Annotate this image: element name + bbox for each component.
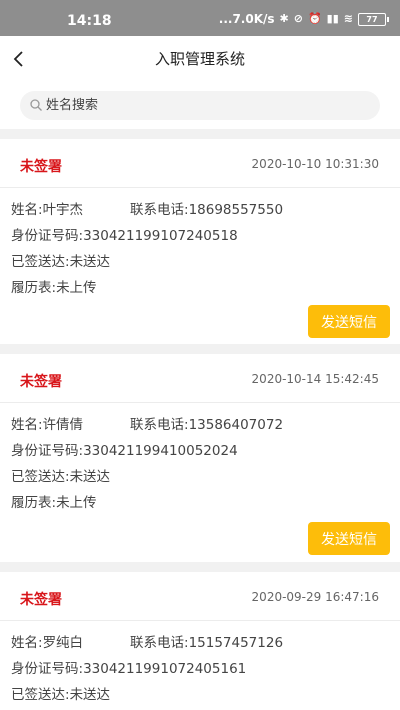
name-phone-row: 姓名:罗纯白 联系电话:15157457126	[11, 631, 400, 657]
card-timestamp: 2020-10-10 10:31:30	[251, 157, 379, 171]
name-value: 叶宇杰	[42, 202, 84, 218]
card-header: 未签署 2020-10-14 15:42:45	[0, 354, 400, 403]
id-row: 身份证号码:330421199410052024	[11, 439, 400, 465]
search-input[interactable]	[46, 91, 366, 120]
status-bar: 14:18 ...7.0K/s ✱ ⊘ ⏰ ▮▮ ≋ 77	[0, 0, 400, 36]
id-value: 330421199107240518	[83, 228, 238, 244]
id-row: 身份证号码:330421199107240516​1	[11, 657, 400, 683]
phone-value: 13586407072	[188, 417, 284, 433]
phone-label: 联系电话:	[130, 417, 189, 433]
delivered-row: 已签送达:未送达	[11, 250, 400, 276]
name-phone-row: 姓名:叶宇杰 联系电话:18698557550	[11, 198, 400, 224]
card-header: 未签署 2020-10-10 10:31:30	[0, 139, 400, 188]
id-row: 身份证号码:330421199107240518	[11, 224, 400, 250]
send-sms-button[interactable]: 发送短信	[308, 522, 390, 555]
name-label: 姓名:	[11, 635, 43, 651]
status-time: 14:18	[67, 13, 112, 29]
card-timestamp: 2020-10-14 15:42:45	[251, 372, 379, 386]
phone-value: 18698557550	[188, 202, 284, 218]
name-value: 罗纯白	[42, 635, 84, 651]
id-label: 身份证号码:	[11, 228, 84, 244]
resume-row: 履历表:未上传	[11, 491, 400, 517]
nav-bar: 入职管理系统	[0, 36, 400, 82]
name-value: 许倩倩	[42, 417, 84, 433]
card-header: 未签署 2020-09-29 16:47:16	[0, 572, 400, 621]
resume-value: 未上传	[56, 280, 97, 296]
wifi-icon: ≋	[343, 12, 353, 25]
card-body: 姓名:罗纯白 联系电话:15157457126 身份证号码:3304211991…	[0, 621, 400, 709]
name-label: 姓名:	[11, 417, 43, 433]
status-badge: 未签署	[20, 159, 62, 175]
section-divider	[0, 129, 400, 139]
employee-card: 未签署 2020-10-10 10:31:30 姓名:叶宇杰 联系电话:1869…	[0, 139, 400, 344]
id-value: 330421199410052024	[83, 443, 238, 459]
status-badge: 未签署	[20, 374, 62, 390]
name-label: 姓名:	[11, 202, 43, 218]
mute-icon: ⊘	[293, 12, 303, 25]
card-timestamp: 2020-09-29 16:47:16	[251, 590, 379, 604]
search-bar[interactable]	[20, 91, 380, 120]
employee-card: 未签署 2020-10-14 15:42:45 姓名:许倩倩 联系电话:1358…	[0, 354, 400, 562]
battery-icon: 77	[358, 12, 389, 26]
delivered-row: 已签送达:未送达	[11, 683, 400, 709]
alarm-icon: ⏰	[307, 12, 322, 25]
card-body: 姓名:叶宇杰 联系电话:18698557550 身份证号码:3304211991…	[0, 188, 400, 302]
network-speed: ...7.0K/s	[218, 12, 275, 26]
delivered-row: 已签送达:未送达	[11, 465, 400, 491]
delivered-value: 未送达	[69, 254, 111, 270]
status-icons: ...7.0K/s ✱ ⊘ ⏰ ▮▮ ≋ 77	[218, 12, 389, 26]
delivered-label: 已签送达:	[11, 254, 70, 270]
delivered-value: 未送达	[69, 687, 111, 703]
name-phone-row: 姓名:许倩倩 联系电话:13586407072	[11, 413, 400, 439]
page-title: 入职管理系统	[154, 50, 245, 68]
resume-value: 未上传	[56, 495, 97, 511]
id-value: 330421199107240516​1	[83, 661, 247, 677]
search-icon	[30, 99, 42, 111]
signal-icon: ▮▮	[326, 12, 339, 25]
employee-card: 未签署 2020-09-29 16:47:16 姓名:罗纯白 联系电话:1515…	[0, 572, 400, 710]
resume-label: 履历表:	[11, 495, 57, 511]
send-sms-button[interactable]: 发送短信	[308, 305, 390, 338]
section-divider	[0, 562, 400, 572]
status-badge: 未签署	[20, 592, 62, 608]
delivered-label: 已签送达:	[11, 469, 70, 485]
resume-row: 履历表:未上传	[11, 276, 400, 302]
bluetooth-icon: ✱	[279, 12, 289, 25]
id-label: 身份证号码:	[11, 661, 84, 677]
phone-label: 联系电话:	[130, 202, 189, 218]
id-label: 身份证号码:	[11, 443, 84, 459]
phone-value: 15157457126	[188, 635, 284, 651]
section-divider	[0, 344, 400, 354]
delivered-label: 已签送达:	[11, 687, 70, 703]
phone-label: 联系电话:	[130, 635, 189, 651]
resume-label: 履历表:	[11, 280, 57, 296]
card-body: 姓名:许倩倩 联系电话:13586407072 身份证号码:3304211994…	[0, 403, 400, 517]
delivered-value: 未送达	[69, 469, 111, 485]
